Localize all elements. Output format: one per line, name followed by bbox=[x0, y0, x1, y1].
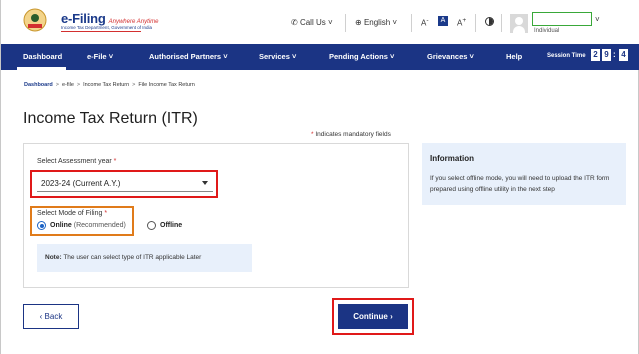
language-label: English bbox=[363, 18, 391, 27]
online-radio-label[interactable]: Online (Recommended) bbox=[50, 222, 126, 229]
breadcrumb: Dashboard > e-file > Income Tax Return > File … bbox=[24, 82, 195, 88]
top-header: e-Filing Anywhere Anytime Income Tax Depa… bbox=[1, 0, 639, 44]
page-title: Income Tax Return (ITR) bbox=[23, 110, 198, 127]
avatar[interactable] bbox=[510, 14, 528, 33]
nav-active-indicator bbox=[17, 67, 66, 70]
chevron-down-icon[interactable]: ˅ bbox=[595, 15, 600, 24]
nav-services[interactable]: Services ˅ bbox=[259, 52, 296, 61]
mandatory-note: * Indicates mandatory fields bbox=[311, 131, 391, 138]
font-normal-button[interactable]: A bbox=[438, 16, 448, 26]
back-button[interactable]: ‹ Back bbox=[23, 304, 79, 329]
chevron-down-icon: ˅ bbox=[469, 52, 474, 61]
information-title: Information bbox=[430, 154, 474, 163]
language-select[interactable]: ⊕ English ˅ bbox=[355, 18, 397, 27]
nav-grievances[interactable]: Grievances ˅ bbox=[427, 52, 474, 61]
brand[interactable]: e-Filing Anywhere Anytime Income Tax Depa… bbox=[61, 10, 158, 32]
session-digit: 2 bbox=[591, 49, 600, 61]
session-digit: 4 bbox=[619, 49, 628, 61]
chevron-down-icon: ˅ bbox=[392, 18, 398, 27]
divider bbox=[345, 14, 346, 32]
user-role: Individual bbox=[534, 28, 560, 34]
divider bbox=[475, 14, 476, 32]
information-text: If you select offline mode, you will nee… bbox=[430, 175, 610, 193]
phone-icon: ✆ bbox=[291, 18, 298, 27]
divider bbox=[501, 14, 502, 32]
chevron-down-icon: ˅ bbox=[327, 18, 333, 27]
breadcrumb-dashboard[interactable]: Dashboard bbox=[24, 82, 53, 88]
font-decrease-button[interactable]: A- bbox=[421, 17, 429, 28]
assessment-year-label: Select Assessment year * bbox=[37, 158, 117, 165]
nav-authorised-partners[interactable]: Authorised Partners ˅ bbox=[149, 52, 228, 61]
divider bbox=[411, 14, 412, 32]
session-colon: : bbox=[613, 50, 616, 59]
offline-radio[interactable] bbox=[147, 221, 156, 230]
chevron-down-icon: ˅ bbox=[291, 52, 297, 61]
online-radio[interactable] bbox=[37, 221, 46, 230]
session-digit: 9 bbox=[602, 49, 611, 61]
brand-underline bbox=[61, 31, 141, 32]
breadcrumb-current: File Income Tax Return bbox=[138, 82, 195, 88]
user-name-box[interactable] bbox=[532, 12, 592, 26]
main-nav: Dashboard e-File ˅ Authorised Partners ˅… bbox=[1, 44, 639, 70]
font-increase-button[interactable]: A+ bbox=[457, 17, 466, 28]
breadcrumb-itr[interactable]: Income Tax Return bbox=[83, 82, 129, 88]
contrast-icon[interactable] bbox=[485, 17, 494, 26]
call-us-label: Call Us bbox=[299, 18, 326, 27]
page: e-Filing Anywhere Anytime Income Tax Depa… bbox=[0, 0, 639, 354]
chevron-down-icon: ˅ bbox=[389, 52, 395, 61]
breadcrumb-efile[interactable]: e-file bbox=[62, 82, 74, 88]
filing-mode-label: Select Mode of Filing * bbox=[37, 210, 108, 217]
dropdown-caret-icon bbox=[202, 181, 208, 185]
emblem-logo bbox=[23, 8, 47, 32]
note-box: Note: The user can select type of ITR ap… bbox=[37, 244, 252, 272]
call-us-button[interactable]: ✆ Call Us ˅ bbox=[291, 18, 333, 27]
brand-name: e-Filing bbox=[61, 11, 106, 26]
chevron-down-icon: ˅ bbox=[108, 52, 114, 61]
brand-dept: Income Tax Department, Government of Ind… bbox=[61, 25, 152, 30]
nav-dashboard[interactable]: Dashboard bbox=[23, 52, 62, 61]
offline-radio-label[interactable]: Offline bbox=[160, 222, 182, 229]
assessment-year-select[interactable]: 2023-24 (Current A.Y.) bbox=[37, 176, 213, 192]
continue-button[interactable]: Continue › bbox=[338, 304, 408, 329]
nav-efile[interactable]: e-File ˅ bbox=[87, 52, 113, 61]
chevron-down-icon: ˅ bbox=[223, 52, 228, 61]
nav-pending-actions[interactable]: Pending Actions ˅ bbox=[329, 52, 394, 61]
nav-help[interactable]: Help bbox=[506, 52, 522, 61]
session-time-label: Session Time bbox=[547, 53, 586, 59]
globe-icon: ⊕ bbox=[355, 18, 362, 27]
